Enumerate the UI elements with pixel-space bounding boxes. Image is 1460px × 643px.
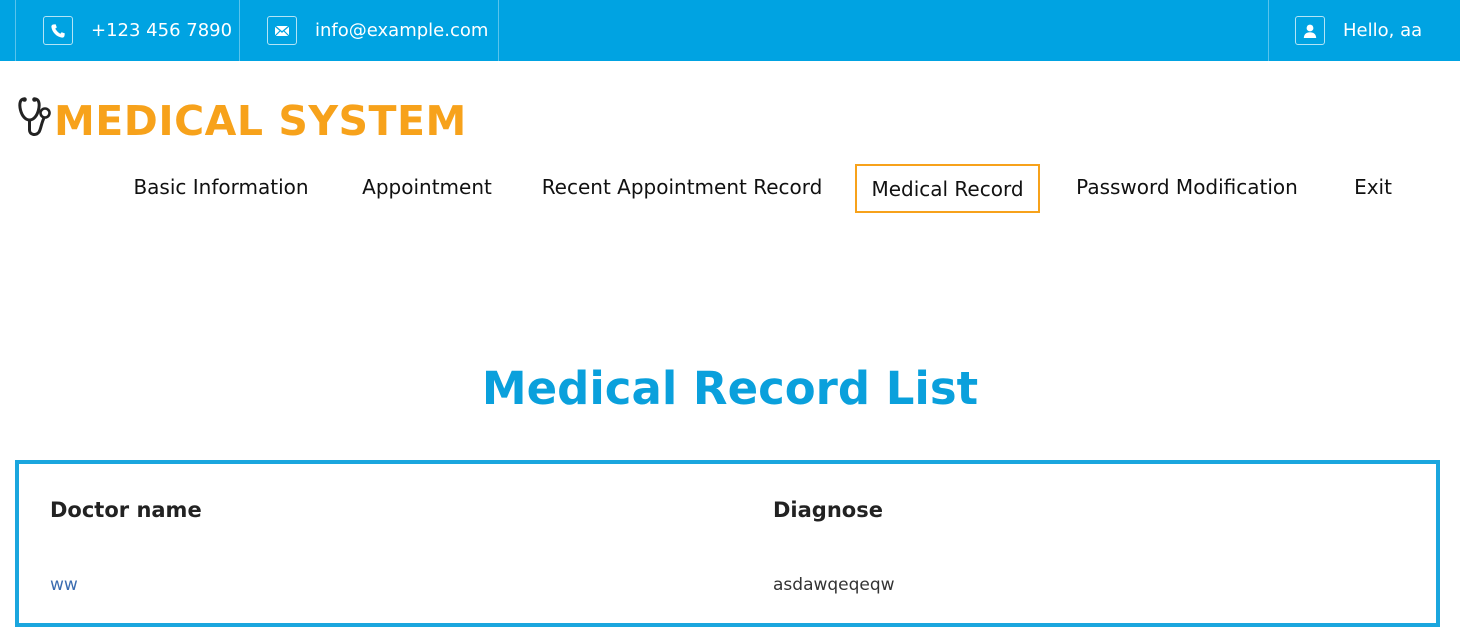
doctor-name-link[interactable]: ww	[50, 575, 78, 595]
page-title: Medical Record List	[481, 362, 979, 415]
nav-exit[interactable]: Exit	[1343, 164, 1403, 213]
nav-basic-information[interactable]: Basic Information	[125, 164, 317, 213]
user-icon	[1295, 16, 1325, 45]
header-diagnose: Diagnose	[773, 498, 883, 522]
nav-medical-record[interactable]: Medical Record	[855, 164, 1040, 213]
medical-record-table: Doctor name Diagnose ww asdawqeqeqw	[15, 460, 1440, 627]
brand-logo[interactable]: MEDICAL SYSTEM	[16, 96, 467, 145]
top-bar: +123 456 7890 info@example.com Hello, aa	[0, 0, 1460, 61]
phone-number: +123 456 7890	[91, 20, 233, 41]
phone-icon	[43, 16, 73, 45]
main-nav: Basic Information Appointment Recent App…	[0, 164, 1460, 213]
stethoscope-icon	[16, 96, 52, 145]
header-doctor-name: Doctor name	[50, 498, 202, 522]
user-greeting[interactable]: Hello, aa	[1268, 0, 1460, 61]
greeting-text: Hello, aa	[1343, 20, 1423, 41]
nav-recent-appointment-record[interactable]: Recent Appointment Record	[538, 164, 826, 213]
nav-password-modification[interactable]: Password Modification	[1070, 164, 1304, 213]
diagnose-text: asdawqeqeqw	[773, 575, 895, 595]
email-address: info@example.com	[315, 20, 489, 41]
envelope-icon	[267, 16, 297, 45]
nav-appointment[interactable]: Appointment	[353, 164, 501, 213]
phone-contact: +123 456 7890	[15, 0, 240, 61]
brand-name: MEDICAL SYSTEM	[54, 96, 467, 145]
email-contact: info@example.com	[239, 0, 499, 61]
